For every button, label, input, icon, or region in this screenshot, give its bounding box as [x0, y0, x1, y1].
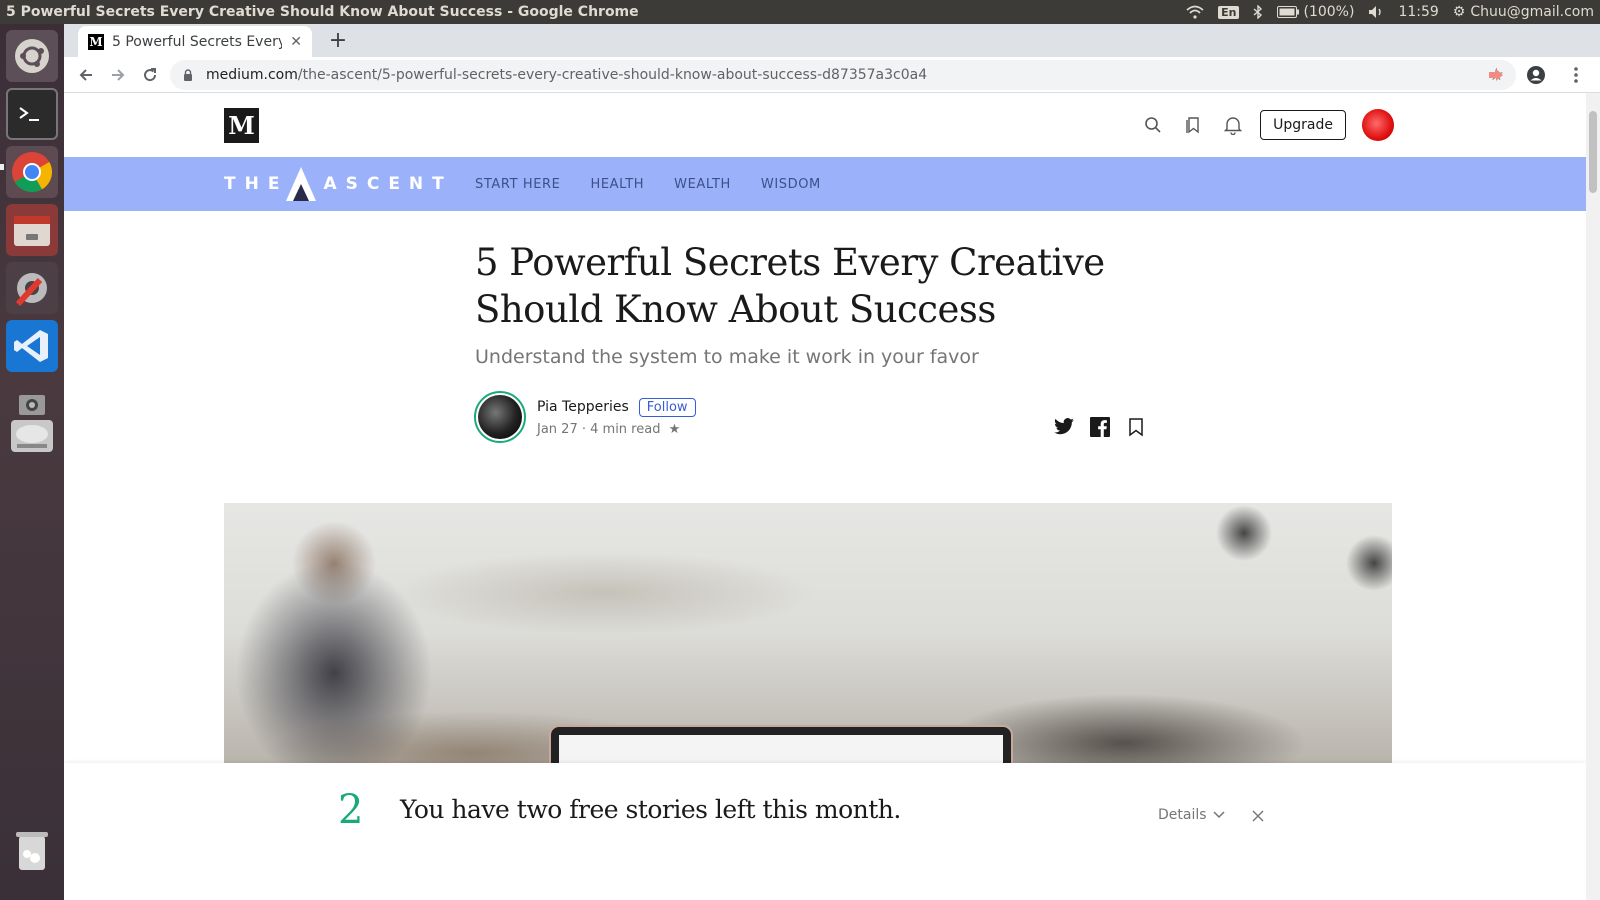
author-avatar[interactable] — [474, 391, 526, 443]
details-toggle[interactable]: Details — [1158, 807, 1225, 823]
browser-tab[interactable]: M 5 Powerful Secrets Every Creative Shou… — [78, 26, 312, 57]
follow-button[interactable]: Follow — [638, 397, 696, 417]
battery-icon — [1277, 6, 1300, 18]
chrome-menu-icon[interactable] — [1560, 59, 1592, 91]
details-label: Details — [1158, 807, 1207, 823]
medium-favicon-icon: M — [88, 33, 104, 50]
twitter-icon[interactable] — [1052, 415, 1076, 439]
extension-icon[interactable] — [1480, 59, 1512, 91]
pub-logo-left: THE — [224, 174, 289, 194]
browser-tab-strip: M 5 Powerful Secrets Every Creative Shou… — [64, 24, 1600, 57]
battery-status[interactable]: (100%) — [1277, 4, 1354, 20]
metered-paywall-banner: 2 You have two free stories left this mo… — [64, 763, 1586, 900]
hero-laptop-graphic — [549, 725, 1013, 763]
url-host: medium.com — [206, 67, 298, 83]
user-menu[interactable]: ⚙ Chuu@gmail.com — [1453, 4, 1594, 20]
page-scrollbar[interactable] — [1586, 93, 1600, 900]
publish-info: Jan 27 · 4 min read ★ — [537, 422, 696, 437]
toolbar-extensions — [1480, 59, 1592, 91]
publication-links: START HERE HEALTH WEALTH WISDOM — [475, 157, 821, 211]
mountain-icon — [286, 167, 317, 201]
profile-icon[interactable] — [1520, 59, 1552, 91]
article-title-line-2: Should Know About Success — [475, 288, 996, 331]
tab-close-icon[interactable]: ✕ — [290, 34, 302, 50]
url-path: /the-ascent/5-powerful-secrets-every-cre… — [297, 67, 928, 83]
pub-logo-right: ASCENT — [323, 174, 453, 194]
author-block: Pia Tepperies Follow Jan 27 · 4 min read… — [474, 391, 696, 443]
facebook-icon[interactable] — [1088, 415, 1112, 439]
member-star-icon: ★ — [668, 421, 681, 437]
read-time: 4 min read — [590, 421, 661, 437]
settings-tools-icon[interactable] — [6, 262, 58, 314]
user-avatar[interactable] — [1362, 109, 1394, 141]
nav-wisdom[interactable]: WISDOM — [761, 177, 821, 192]
author-line: Pia Tepperies Follow — [537, 397, 696, 417]
user-email: Chuu@gmail.com — [1470, 4, 1594, 20]
clock[interactable]: 11:59 — [1398, 4, 1438, 20]
close-icon[interactable] — [1249, 807, 1267, 825]
author-name[interactable]: Pia Tepperies — [537, 399, 629, 415]
nav-wealth[interactable]: WEALTH — [674, 177, 731, 192]
separator-dot: · — [581, 421, 591, 437]
trash-icon[interactable] — [6, 824, 58, 876]
bluetooth-icon[interactable] — [1253, 5, 1263, 19]
web-page: M Upgrade THE ASCENT START HERE HEALTH W… — [64, 93, 1586, 900]
free-stories-count: 2 — [338, 787, 364, 833]
volume-icon[interactable] — [1368, 5, 1384, 19]
vscode-icon[interactable] — [6, 320, 58, 372]
bookmarks-icon[interactable] — [1180, 109, 1206, 141]
medium-logo[interactable]: M — [224, 108, 259, 143]
author-meta: Pia Tepperies Follow Jan 27 · 4 min read… — [537, 397, 696, 437]
publish-date: Jan 27 — [537, 421, 578, 437]
new-tab-button[interactable]: + — [326, 28, 350, 53]
battery-text: (100%) — [1303, 4, 1355, 20]
running-indicator — [0, 164, 4, 170]
hero-image — [224, 503, 1392, 763]
window-title: 5 Powerful Secrets Every Creative Should… — [6, 4, 639, 20]
reload-button[interactable] — [134, 59, 166, 91]
nav-start-here[interactable]: START HERE — [475, 177, 560, 192]
files-icon[interactable] — [6, 204, 58, 256]
article-title-line-1: 5 Powerful Secrets Every Creative — [475, 241, 1105, 284]
ubuntu-dash-icon[interactable] — [6, 30, 58, 82]
share-actions — [1052, 415, 1148, 439]
os-top-panel: 5 Powerful Secrets Every Creative Should… — [0, 0, 1600, 24]
forward-button[interactable] — [102, 59, 134, 91]
the-ascent-logo[interactable]: THE ASCENT — [224, 167, 453, 201]
app-launcher — [0, 24, 64, 900]
nav-health[interactable]: HEALTH — [590, 177, 644, 192]
browser-toolbar: medium.com/the-ascent/5-powerful-secrets… — [64, 57, 1600, 93]
back-button[interactable] — [70, 59, 102, 91]
publication-nav: THE ASCENT START HERE HEALTH WEALTH WISD… — [64, 157, 1586, 211]
arrow-right-icon — [112, 68, 125, 81]
reload-icon — [144, 67, 157, 81]
chevron-down-icon — [1213, 811, 1225, 819]
tab-title: 5 Powerful Secrets Every Creative Should… — [112, 33, 283, 50]
disk-drive-icon[interactable] — [6, 410, 58, 462]
header-actions: Upgrade — [1140, 109, 1394, 141]
arrow-left-icon — [79, 68, 92, 81]
system-tray: En (100%) 11:59 ⚙ Chuu@gmail.com — [1186, 4, 1594, 20]
search-icon[interactable] — [1140, 109, 1166, 141]
wifi-icon[interactable] — [1186, 5, 1204, 19]
article-title: 5 Powerful Secrets Every Creative Should… — [475, 239, 1115, 333]
keyboard-language-indicator[interactable]: En — [1218, 5, 1240, 19]
terminal-icon[interactable] — [6, 88, 58, 140]
bookmark-icon[interactable] — [1124, 415, 1148, 439]
scrollbar-thumb[interactable] — [1589, 111, 1597, 193]
address-bar[interactable]: medium.com/the-ascent/5-powerful-secrets… — [170, 60, 1516, 90]
lock-icon — [184, 69, 192, 81]
medium-header: M Upgrade — [64, 93, 1586, 157]
gear-icon: ⚙ — [1452, 4, 1466, 20]
article-subtitle: Understand the system to make it work in… — [475, 346, 979, 368]
notifications-bell-icon[interactable] — [1220, 109, 1246, 141]
upgrade-button[interactable]: Upgrade — [1260, 110, 1346, 140]
free-stories-message: You have two free stories left this mont… — [400, 795, 901, 824]
chrome-icon[interactable] — [6, 146, 58, 198]
